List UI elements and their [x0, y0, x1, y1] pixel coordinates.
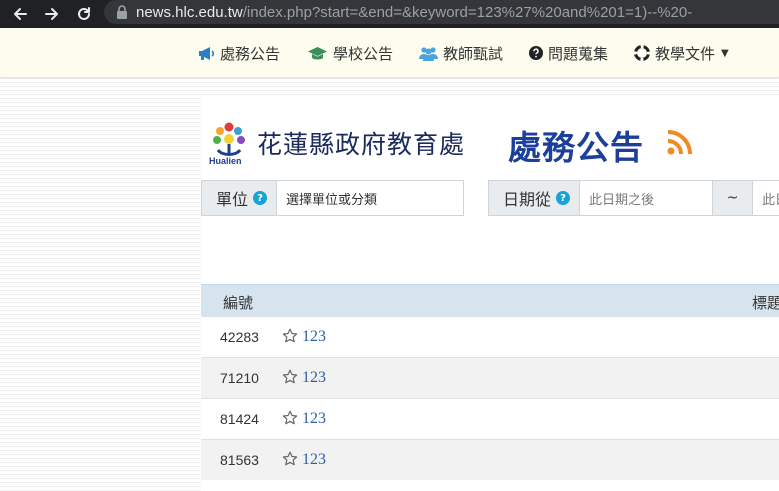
row-id: 81424: [220, 411, 259, 427]
nav-item-feedback[interactable]: 問題蒐集: [529, 43, 608, 63]
tilde-text: ~: [726, 190, 739, 206]
star-outline-icon[interactable]: [282, 410, 298, 426]
date-from-input[interactable]: 此日期之後: [579, 180, 713, 216]
help-icon[interactable]: ?: [253, 191, 268, 205]
nav-item-school-announcements[interactable]: 學校公告: [307, 43, 393, 63]
page-title: 處務公告: [508, 128, 644, 167]
row-id: 81563: [220, 452, 259, 468]
nav-item-label: 學校公告: [333, 44, 394, 63]
row-id: 42283: [220, 329, 259, 345]
org-name: 花蓮縣政府教育處: [257, 130, 466, 159]
row-id: 71210: [220, 370, 259, 386]
star-outline-icon[interactable]: [282, 369, 298, 385]
column-header-title[interactable]: 標題: [752, 292, 779, 313]
date-to-placeholder: 此日: [762, 192, 779, 208]
date-range-separator: ~: [712, 180, 753, 216]
browser-toolbar: news.hlc.edu.tw/index.php?start=&end=&ke…: [0, 0, 779, 28]
reload-icon: [78, 7, 90, 20]
row-title-link[interactable]: 123: [302, 369, 326, 387]
unit-select[interactable]: 選擇單位或分類: [276, 180, 464, 216]
rss-icon[interactable]: [666, 128, 694, 156]
table-row[interactable]: 42283 123: [201, 316, 779, 357]
row-title-link[interactable]: 123: [302, 328, 326, 346]
nav-item-announcements[interactable]: 處務公告: [198, 43, 280, 63]
url-text: news.hlc.edu.tw/index.php?start=&end=&ke…: [136, 4, 692, 21]
table-header: 編號 標題: [201, 284, 779, 316]
nav-item-teacher-exam[interactable]: 教師甄試: [419, 43, 503, 63]
nav-item-label: 問題蒐集: [548, 44, 609, 63]
users-icon: [419, 46, 438, 61]
row-title-link[interactable]: 123: [302, 451, 326, 469]
table-row[interactable]: 81424 123: [201, 398, 779, 439]
table-row[interactable]: 81563 123: [201, 439, 779, 480]
arrow-right-icon: [45, 8, 58, 20]
nav-item-label: 處務公告: [220, 44, 281, 63]
date-label-text: 日期從: [503, 190, 552, 209]
back-button[interactable]: [8, 2, 32, 26]
bullhorn-icon: [198, 46, 215, 61]
address-bar[interactable]: news.hlc.edu.tw/index.php?start=&end=&ke…: [104, 0, 779, 24]
reload-button[interactable]: [72, 2, 96, 26]
question-circle-icon: [529, 46, 543, 60]
date-label: 日期從 ?: [488, 180, 579, 216]
help-icon[interactable]: ?: [556, 191, 571, 205]
graduation-cap-icon: [307, 46, 328, 61]
life-ring-icon: [634, 45, 650, 61]
unit-label: 單位 ?: [201, 180, 276, 216]
arrow-left-icon: [14, 8, 27, 20]
url-path: /index.php?start=&end=&keyword=123%27%20…: [242, 3, 693, 21]
date-to-input[interactable]: 此日: [752, 180, 779, 216]
unit-select-value: 選擇單位或分類: [286, 192, 378, 208]
star-outline-icon[interactable]: [282, 451, 298, 467]
column-header-id[interactable]: 編號: [223, 292, 253, 313]
main-content: Hualien 花蓮縣政府教育處 處務公告 單位 ? 選擇單位或分類 日期從 ?…: [201, 96, 779, 491]
date-from-placeholder: 此日期之後: [589, 192, 655, 208]
nav-item-label: 教師甄試: [443, 44, 504, 63]
unit-label-text: 單位: [216, 190, 249, 209]
forward-button[interactable]: [40, 2, 64, 26]
row-title-link[interactable]: 123: [302, 410, 326, 428]
url-host: news.hlc.edu.tw: [136, 3, 243, 21]
nav-item-label: 教學文件: [655, 44, 716, 63]
table-row[interactable]: 71210 123: [201, 357, 779, 398]
site-nav: 處務公告 學校公告 教師甄試 問題蒐集 教學文件 ▼: [0, 28, 779, 78]
logo-text: Hualien: [209, 156, 242, 166]
star-outline-icon[interactable]: [282, 328, 298, 344]
caret-down-icon: ▼: [721, 47, 729, 59]
nav-item-teaching-docs[interactable]: 教學文件 ▼: [634, 43, 729, 63]
lock-icon: [117, 5, 127, 19]
